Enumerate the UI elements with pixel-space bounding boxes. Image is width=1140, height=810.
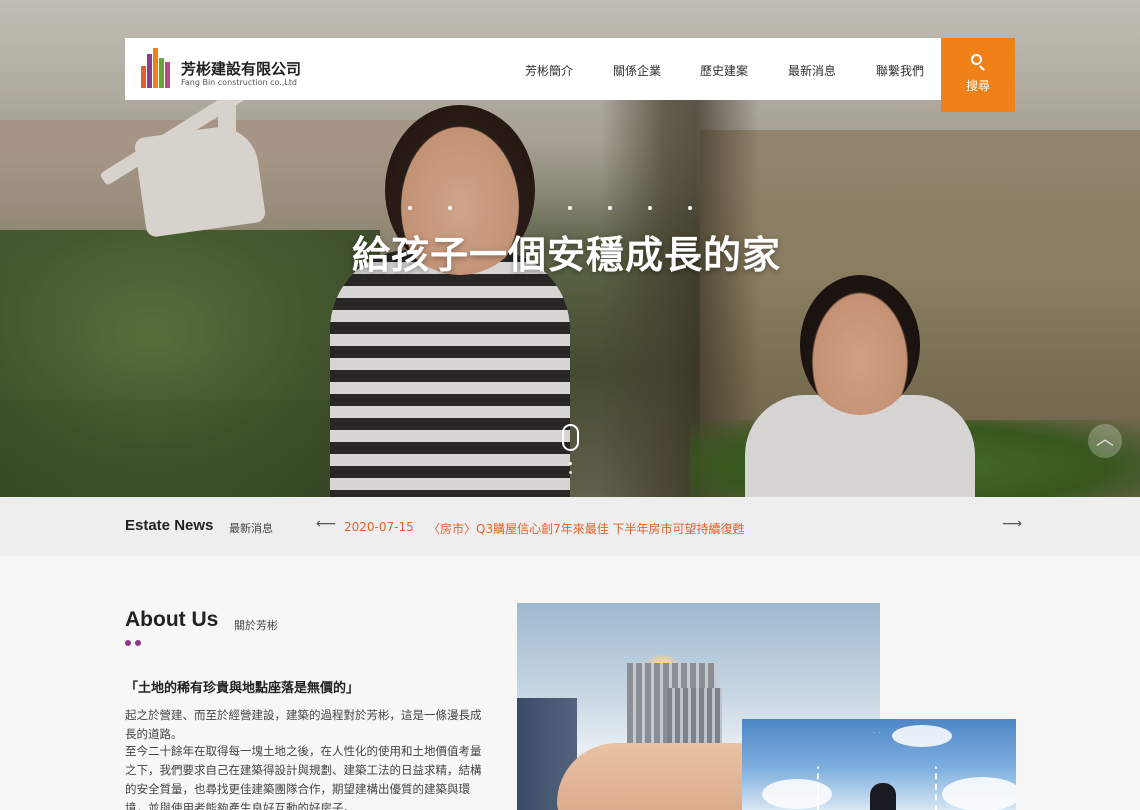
image-person — [870, 783, 896, 810]
nav-item-affiliates[interactable]: 關係企業 — [613, 62, 661, 79]
news-date[interactable]: 2020-07-15 — [344, 520, 414, 534]
decor-dot — [125, 640, 131, 646]
hero-title: 給孩子一個安穩成長的家 — [352, 233, 782, 277]
news-title: Estate News — [125, 517, 214, 534]
about-subtitle: 關於芳彬 — [234, 619, 278, 632]
search-button[interactable]: 搜尋 — [941, 38, 1015, 112]
scroll-indicator-dot — [569, 471, 572, 474]
brand-name-en: Fang Bin construction co.,Ltd — [181, 78, 297, 87]
brand-name-cn[interactable]: 芳彬建設有限公司 — [181, 58, 301, 79]
image-cloud — [942, 777, 1016, 810]
news-subtitle: 最新消息 — [229, 522, 273, 535]
about-paragraph: 至今二十餘年在取得每一塊土地之後，在人性化的使用和土地價值考量之下，我們要求自己… — [125, 744, 482, 810]
image-cloud — [892, 725, 952, 747]
nav-item-about[interactable]: 芳彬簡介 — [525, 62, 573, 79]
about-quote: 「土地的稀有珍貴與地點座落是無價的」 — [125, 681, 360, 696]
decor-dot — [135, 640, 141, 646]
news-ticker: Estate News 最新消息 ⟵ 2020-07-15 〈房市〉Q3購屋信心… — [0, 497, 1140, 556]
nav-item-history-projects[interactable]: 歷史建案 — [700, 62, 748, 79]
site-header: 芳彬建設有限公司 Fang Bin construction co.,Ltd 芳… — [125, 38, 941, 100]
search-button-label: 搜尋 — [965, 79, 990, 93]
scroll-indicator-dot — [569, 462, 572, 465]
about-title: About Us — [125, 608, 219, 631]
arrow-right-icon[interactable]: ⟶ — [1002, 516, 1022, 532]
back-to-top-button[interactable]: ︿ — [1088, 424, 1122, 458]
search-icon — [971, 54, 982, 65]
news-headline[interactable]: 〈房市〉Q3購屋信心創7年來最佳 下半年房市可望持續復甦 — [428, 520, 745, 537]
arrow-left-icon[interactable]: ⟵ — [316, 516, 336, 532]
nav-item-news[interactable]: 最新消息 — [788, 62, 836, 79]
nav-item-contact[interactable]: 聯繫我們 — [876, 62, 924, 79]
mouse-scroll-icon[interactable] — [562, 424, 579, 451]
chevron-up-icon: ︿ — [1096, 429, 1114, 450]
about-paragraph: 起之於營建、而至於經營建設，建築的過程對於芳彬，這是一條漫長成長的道路。 — [125, 708, 482, 741]
about-image-sky-house — [742, 719, 1016, 810]
company-logo[interactable] — [141, 48, 173, 88]
